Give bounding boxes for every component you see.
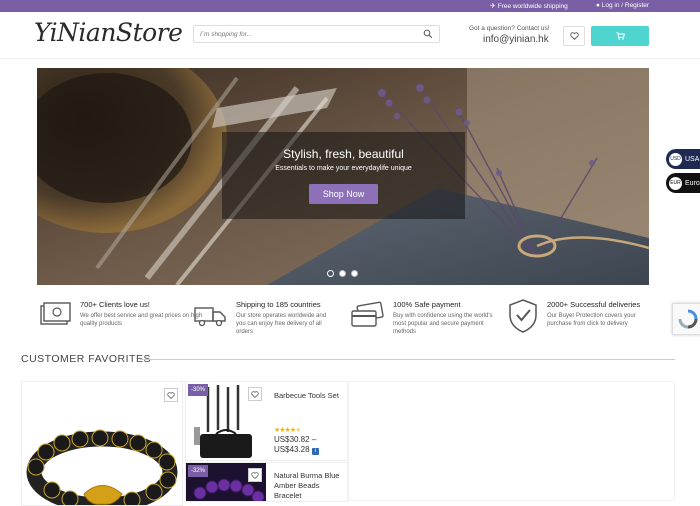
money-icon — [40, 302, 71, 325]
price: US$30.82 – US$43.28 i — [274, 435, 319, 455]
user-icon: ● — [596, 2, 600, 9]
section-title: CUSTOMER FAVORITES — [21, 353, 151, 365]
site-header: YiNianStore Got a question? Contact us! … — [0, 12, 700, 59]
top-bar: ✈ Free worldwide shipping ● Log in / Reg… — [0, 0, 700, 12]
wishlist-toggle[interactable] — [248, 387, 262, 401]
feature-shipping-title: Shipping to 185 countries — [236, 300, 321, 309]
wishlist-button[interactable] — [563, 26, 585, 46]
plane-icon: ✈ — [490, 3, 496, 10]
product-thumb[interactable]: -32% — [186, 463, 266, 501]
product-name[interactable]: Natural Burma Blue Amber Beads Bracelet — [274, 471, 346, 501]
slider-dot-2[interactable] — [339, 270, 346, 277]
heart-icon — [251, 390, 259, 398]
price-current: US$30.82 — [274, 435, 310, 444]
rating-stars: ★★★★★ — [274, 427, 301, 434]
hero-headline: Stylish, fresh, beautiful — [283, 147, 404, 161]
product-card-bracelet-gold[interactable] — [21, 381, 183, 506]
search-box[interactable] — [193, 25, 440, 43]
shop-now-button[interactable]: Shop Now — [308, 184, 379, 204]
search-icon[interactable] — [423, 29, 433, 39]
hero-caption: Stylish, fresh, beautiful Essentials to … — [222, 132, 465, 219]
recaptcha-icon — [678, 309, 698, 329]
currency-label-eur: Euro — [685, 179, 700, 187]
section-divider — [140, 359, 675, 360]
product-image[interactable] — [22, 382, 183, 506]
store-logo[interactable]: YiNianStore — [34, 18, 183, 47]
contact-email[interactable]: info@yinian.hk — [483, 34, 549, 45]
contact-question: Got a question? Contact us! — [469, 25, 550, 32]
product-name[interactable]: Barbecue Tools Set — [274, 391, 346, 401]
currency-label-usd: USA — [685, 155, 700, 163]
discount-badge: -30% — [188, 384, 209, 396]
feature-payment-desc: Buy with confidence using the world's mo… — [393, 313, 493, 335]
search-input[interactable] — [200, 28, 420, 40]
product-card-amber-bracelet[interactable]: -32% Natural Burma Blue Amber Beads Brac… — [185, 462, 348, 502]
hero-banner: Stylish, fresh, beautiful Essentials to … — [37, 68, 649, 285]
discount-badge: -32% — [188, 465, 209, 477]
feature-deliveries-title: 2000+ Successful deliveries — [547, 300, 641, 309]
login-text[interactable]: Log in / Register — [602, 2, 649, 9]
login-link[interactable]: ● Log in / Register — [596, 2, 649, 9]
price-max: US$43.28 — [274, 445, 310, 454]
feature-deliveries-desc: Our Buyer Protection covers your purchas… — [547, 313, 636, 327]
slider-dot-3[interactable] — [351, 270, 358, 277]
credit-card-icon — [351, 301, 384, 327]
slider-dot-1[interactable] — [327, 270, 334, 277]
currency-code-eur: EUR — [669, 176, 682, 190]
info-icon[interactable]: i — [311, 448, 319, 455]
wishlist-toggle[interactable] — [164, 388, 178, 402]
product-thumb[interactable]: -30% — [186, 382, 266, 460]
shield-check-icon — [509, 299, 537, 333]
free-shipping-notice: ✈ Free worldwide shipping — [490, 2, 568, 10]
feature-clients-desc: We offer best service and great prices o… — [80, 313, 203, 327]
truck-icon — [194, 307, 226, 327]
feature-clients-title: 700+ Clients love us! — [80, 300, 150, 309]
feature-shipping-desc: Our store operates worldwide and you can… — [236, 313, 327, 335]
cart-icon — [616, 32, 625, 40]
currency-eur[interactable]: EUR Euro — [666, 173, 700, 193]
heart-icon — [569, 32, 579, 40]
wishlist-toggle[interactable] — [248, 468, 262, 482]
cart-button[interactable] — [591, 26, 649, 46]
slider-dots — [327, 270, 358, 277]
currency-usd[interactable]: USD USA — [666, 149, 700, 169]
price-dash: – — [311, 435, 317, 444]
heart-icon — [167, 391, 175, 399]
feature-payment-title: 100% Safe payment — [393, 300, 461, 309]
hero-subtitle: Essentials to make your everydaylife uni… — [275, 165, 412, 172]
recaptcha-badge[interactable] — [672, 303, 700, 335]
product-grid-empty — [348, 381, 675, 501]
product-card-bbq-tools[interactable]: -30% Barbecue Tools Set ★★★★★ US$30.82 –… — [185, 381, 348, 461]
currency-code-usd: USD — [669, 152, 682, 166]
heart-icon — [251, 471, 259, 479]
free-shipping-text: Free worldwide shipping — [497, 3, 568, 10]
